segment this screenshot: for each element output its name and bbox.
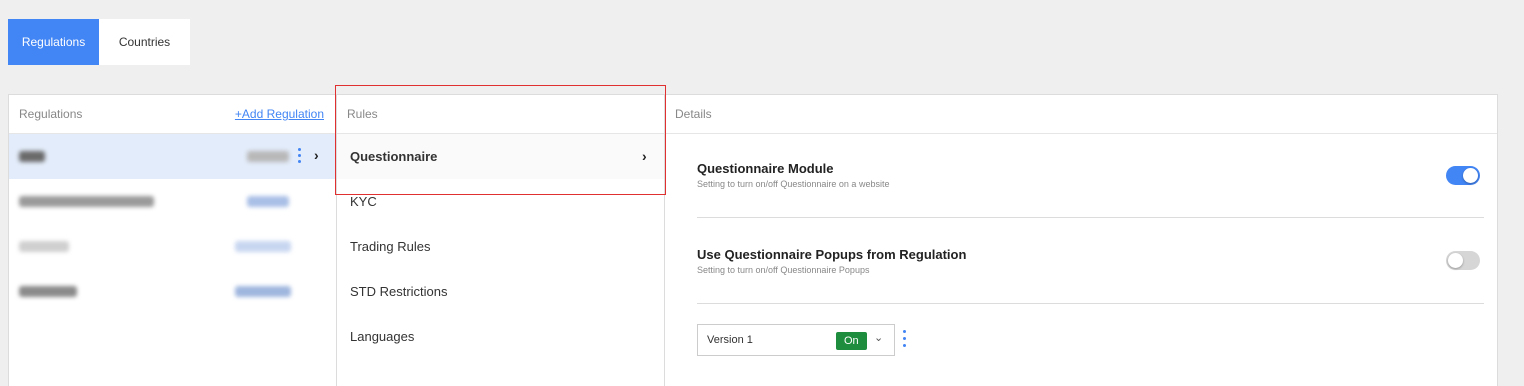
chevron-right-icon: › [642,148,647,164]
add-regulation-link[interactable]: +Add Regulation [235,95,324,133]
regulation-tag-redacted [235,286,291,297]
regulation-tag-redacted [235,241,291,252]
rule-item-label: Languages [350,329,415,344]
divider [697,217,1484,218]
setting-description: Setting to turn on/off Questionnaire Pop… [697,265,870,275]
setting-description: Setting to turn on/off Questionnaire on … [697,179,890,189]
regulations-panel-header: Regulations +Add Regulation [9,95,336,134]
setting-questionnaire-popups: Use Questionnaire Popups from Regulation… [697,247,1484,275]
rule-item-kyc[interactable]: KYC [337,179,664,224]
regulation-tag-redacted [247,196,289,207]
questionnaire-popups-toggle[interactable] [1446,251,1480,270]
kebab-menu-icon[interactable] [903,330,907,350]
regulation-row[interactable]: › [9,134,336,179]
chevron-down-icon[interactable]: ⌄ [874,331,883,344]
kebab-menu-icon[interactable] [298,148,302,166]
rule-item-label: Trading Rules [350,239,431,254]
regulations-panel: Regulations +Add Regulation › [8,94,336,386]
rule-item-label: KYC [350,194,377,209]
rules-panel-title: Rules [347,107,378,121]
rules-panel-header: Rules [337,95,664,134]
setting-title: Questionnaire Module [697,161,834,176]
version-label: Version 1 [707,334,753,346]
rules-panel: Rules Questionnaire › KYC Trading Rules … [336,94,665,386]
setting-title: Use Questionnaire Popups from Regulation [697,247,967,262]
rule-item-label: Questionnaire [350,149,438,164]
details-panel-title: Details [675,107,712,121]
status-badge: On [836,332,867,350]
regulations-panel-title: Regulations [19,107,83,121]
regulation-row[interactable] [9,179,336,224]
rule-item-languages[interactable]: Languages [337,314,664,359]
regulation-row[interactable] [9,269,336,314]
regulation-name-redacted [19,151,45,162]
rule-item-std-restrictions[interactable]: STD Restrictions [337,269,664,314]
rule-item-questionnaire[interactable]: Questionnaire › [337,134,664,179]
regulation-name-redacted [19,241,69,252]
tab-regulations[interactable]: Regulations [8,19,99,65]
regulation-tag-redacted [247,151,289,162]
rule-item-trading-rules[interactable]: Trading Rules [337,224,664,269]
rule-item-label: STD Restrictions [350,284,448,299]
tab-countries[interactable]: Countries [99,19,190,65]
setting-questionnaire-module: Questionnaire Module Setting to turn on/… [697,161,1484,189]
chevron-right-icon[interactable]: › [314,147,319,163]
version-select[interactable]: Version 1 On ⌄ [697,324,895,356]
questionnaire-module-toggle[interactable] [1446,166,1480,185]
regulation-name-redacted [19,286,77,297]
divider [697,303,1484,304]
regulation-row[interactable] [9,224,336,269]
regulation-name-redacted [19,196,154,207]
details-panel-header: Details [665,95,1497,134]
